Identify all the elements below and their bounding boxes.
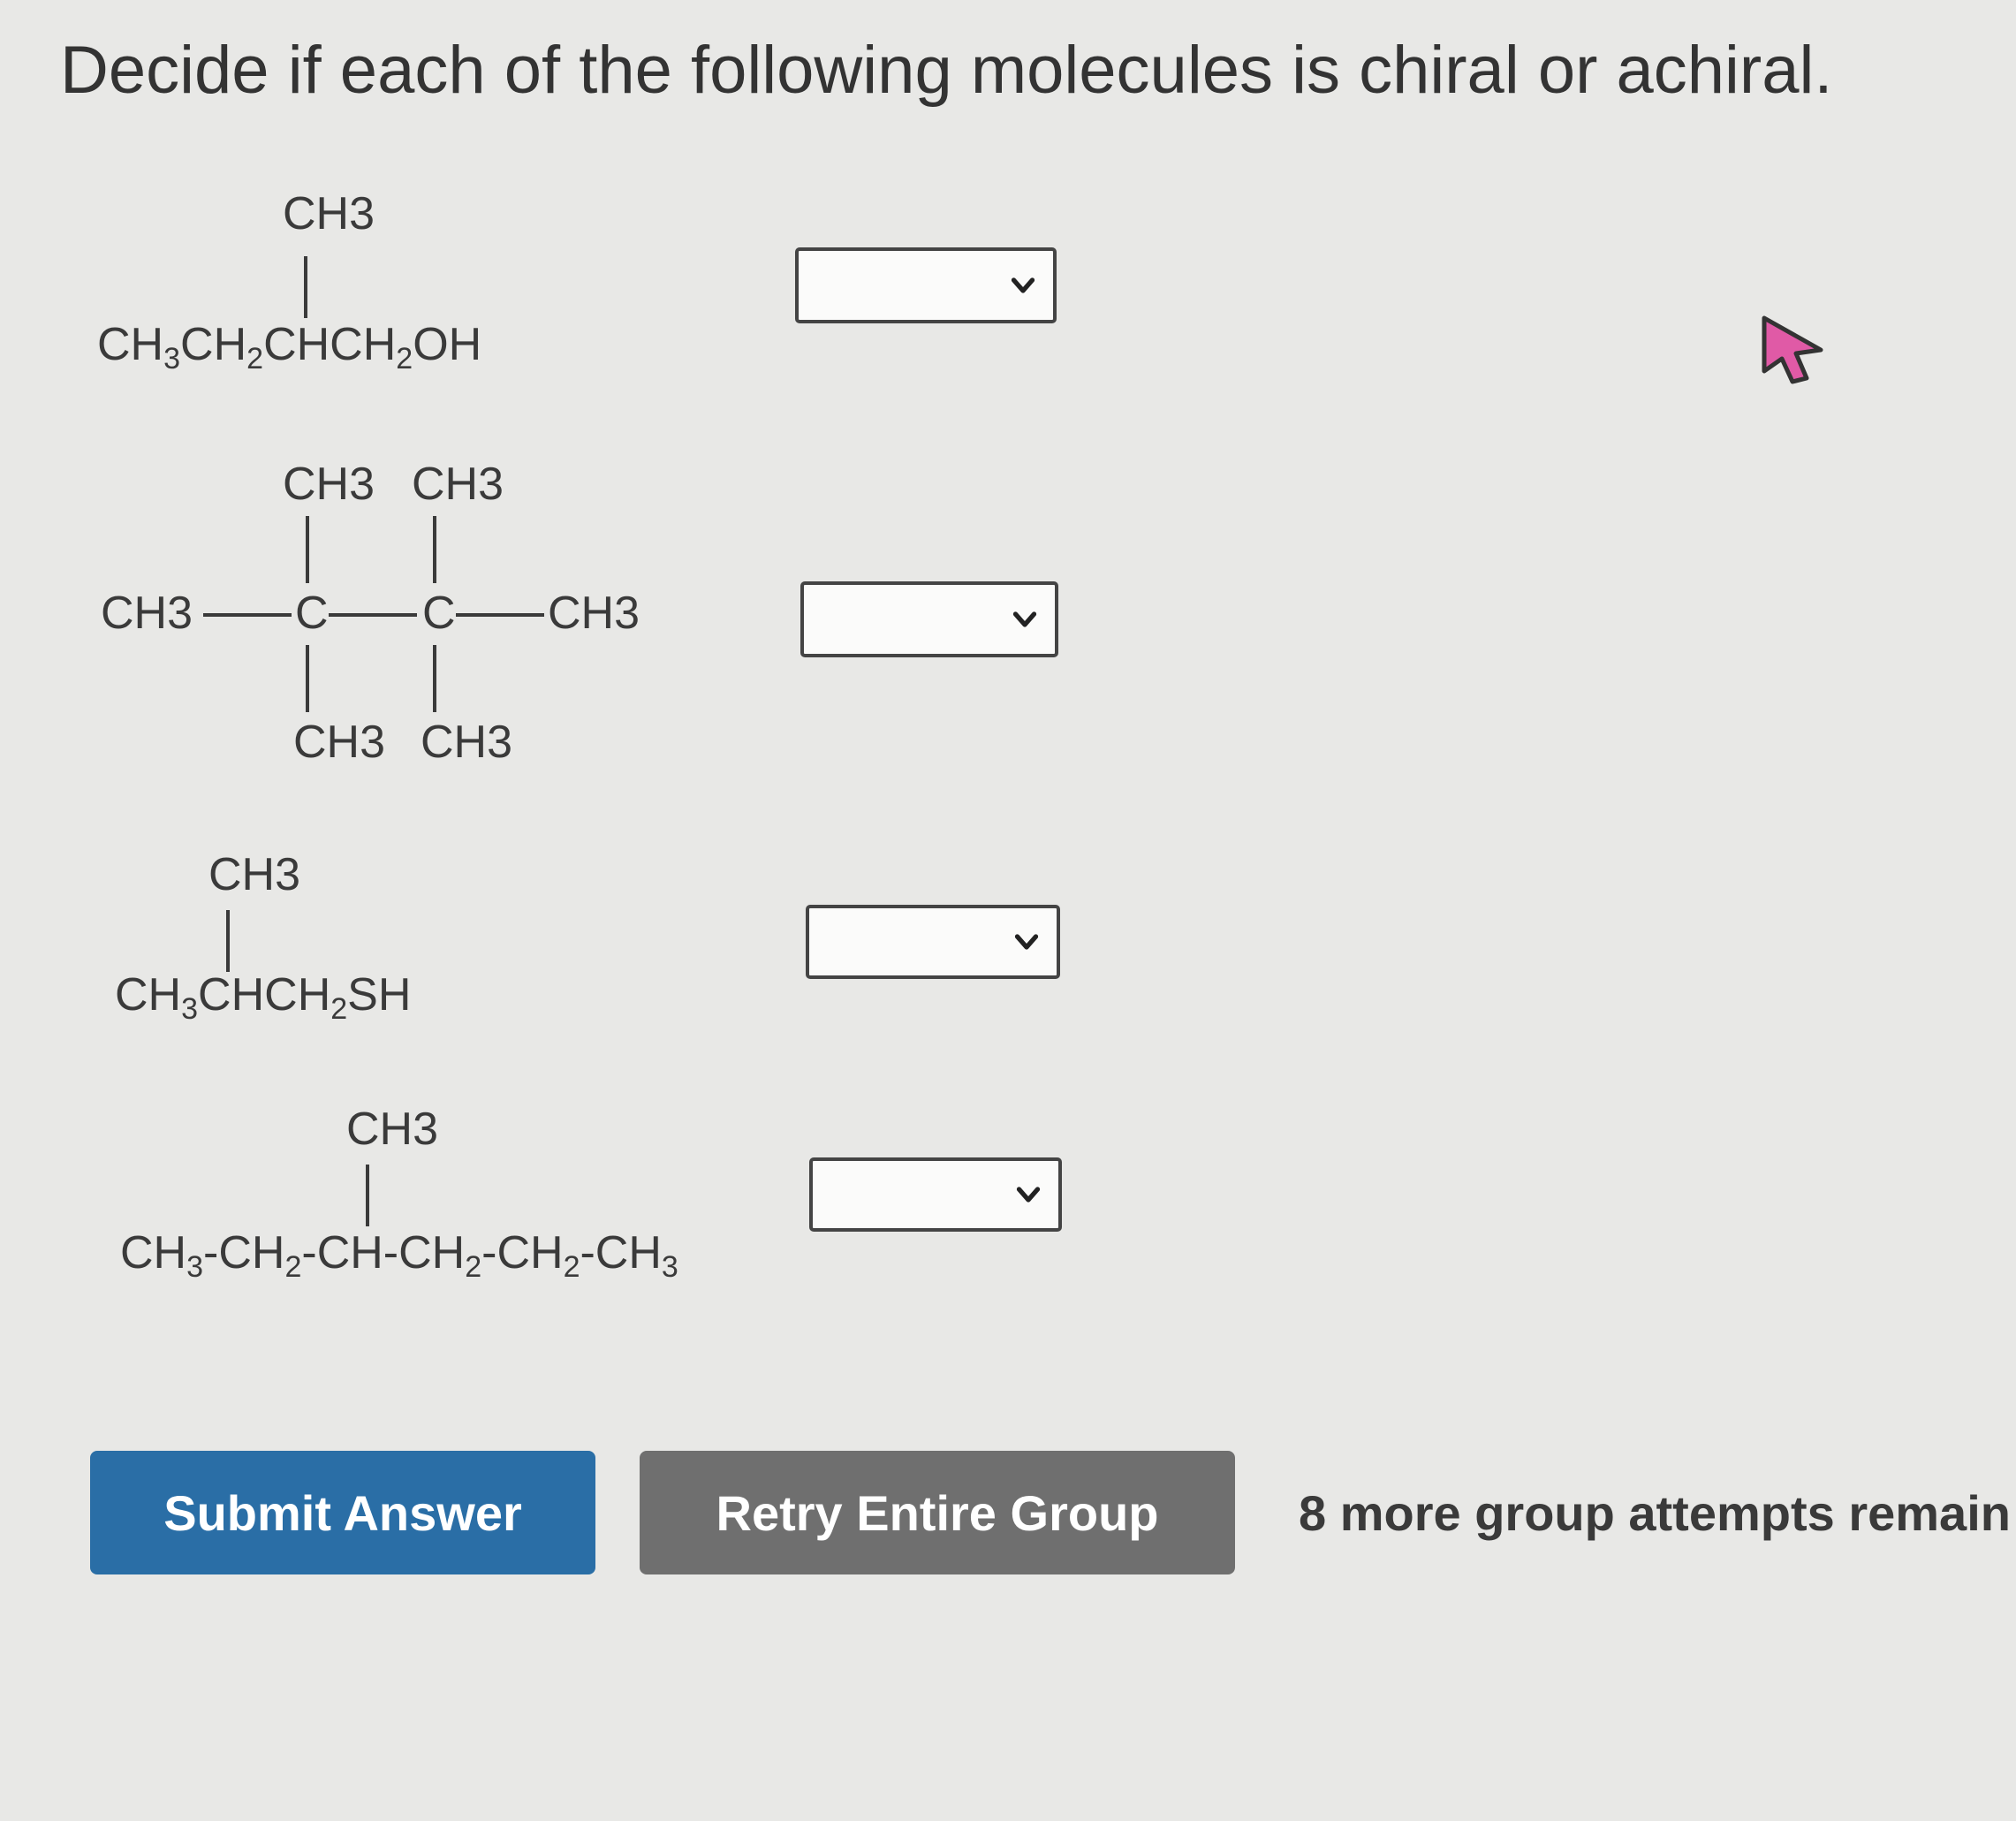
chevron-down-icon — [1016, 1187, 1041, 1203]
molecule-3-top-group: CH3 — [208, 849, 301, 900]
molecule-2-bottom-left: CH3 — [293, 717, 386, 768]
submit-answer-button[interactable]: Submit Answer — [90, 1451, 595, 1574]
chevron-down-icon — [1011, 277, 1035, 293]
molecule-1-top-group: CH3 — [283, 188, 375, 239]
chirality-dropdown-4[interactable] — [809, 1157, 1062, 1232]
molecule-2-bond — [329, 613, 417, 617]
molecule-2-bond — [306, 516, 309, 583]
molecule-1-chain: CH3CH2CHCH2OH — [97, 319, 482, 376]
molecule-2-top-left: CH3 — [283, 459, 375, 510]
mouse-cursor-icon — [1762, 315, 1823, 384]
molecule-2-bond — [306, 645, 309, 712]
molecule-2-bond — [433, 516, 436, 583]
molecule-2-bond — [433, 645, 436, 712]
molecule-1-bond — [304, 256, 307, 318]
molecule-3-bond — [226, 910, 230, 972]
chirality-dropdown-1[interactable] — [795, 247, 1057, 323]
attempts-remaining-text: 8 more group attempts remain — [1299, 1485, 2011, 1541]
chirality-dropdown-2[interactable] — [800, 581, 1058, 657]
chirality-dropdown-3[interactable] — [806, 905, 1060, 979]
molecule-2-left-end: CH3 — [101, 588, 193, 639]
molecule-2-bond — [456, 613, 544, 617]
question-text: Decide if each of the following molecule… — [60, 33, 1833, 108]
molecule-2-c2: C — [422, 588, 456, 639]
molecule-4-chain: CH3-CH2-CH-CH2-CH2-CH3 — [120, 1227, 678, 1284]
molecule-2-bond — [203, 613, 292, 617]
molecule-4-bond — [366, 1165, 369, 1226]
chevron-down-icon — [1012, 611, 1037, 627]
chevron-down-icon — [1014, 934, 1039, 950]
molecule-4-top-group: CH3 — [346, 1104, 439, 1155]
molecule-2-top-right: CH3 — [412, 459, 504, 510]
molecule-3-chain: CH3CHCH2SH — [115, 969, 412, 1026]
molecule-2-c1: C — [295, 588, 329, 639]
retry-entire-group-button[interactable]: Retry Entire Group — [640, 1451, 1235, 1574]
molecule-2-right-end: CH3 — [548, 588, 640, 639]
molecule-2-bottom-right: CH3 — [421, 717, 513, 768]
